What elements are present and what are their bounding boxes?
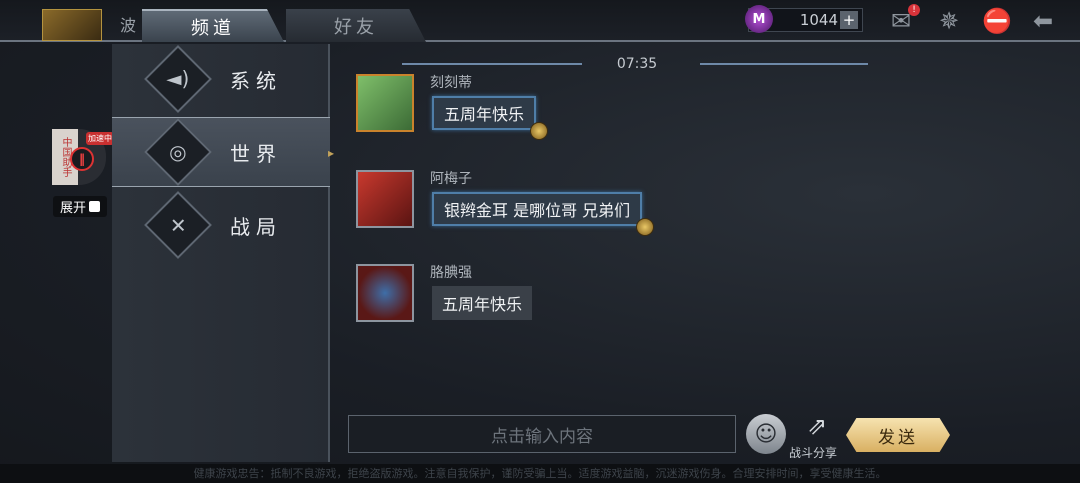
message-bubble[interactable]: 五周年快乐 bbox=[432, 96, 549, 140]
sender-name: 刻刻蒂 bbox=[430, 75, 472, 91]
expand-button[interactable]: 展开 bbox=[53, 196, 107, 217]
crossed-swords-icon: ✕ bbox=[144, 191, 212, 259]
share-label: 战斗分享 bbox=[789, 446, 838, 460]
message-text: 五周年快乐 bbox=[442, 295, 523, 314]
sidebar-item-label: 系统 bbox=[230, 68, 282, 93]
helper-badge: 加速中 bbox=[86, 132, 114, 145]
currency-icon: M bbox=[745, 5, 773, 33]
share-icon: ⇗ bbox=[806, 412, 828, 440]
sender-name: 胳腆强 bbox=[430, 265, 472, 281]
message-text: 银辫金耳 是哪位哥 兄弟们 bbox=[444, 201, 631, 220]
add-currency-button[interactable]: + bbox=[840, 11, 858, 29]
sender-name: 阿梅子 bbox=[430, 171, 472, 187]
input-placeholder: 点击输入内容 bbox=[491, 426, 593, 447]
currency-value: 1044 bbox=[799, 11, 838, 29]
sidebar-item-battle[interactable]: ✕ 战局 bbox=[112, 190, 330, 260]
player-avatar[interactable] bbox=[42, 9, 102, 41]
gem-icon bbox=[530, 122, 549, 140]
chat-panel: 07:35 刻刻蒂 五周年快乐 阿梅子 银辫金耳 是哪位哥 兄弟们 胳腆强 五周… bbox=[332, 44, 1080, 462]
tab-friends[interactable]: 好友 bbox=[286, 9, 426, 42]
mail-badge: ! bbox=[908, 4, 920, 16]
sidebar-item-system[interactable]: ◄) 系统 bbox=[112, 44, 330, 114]
avatar[interactable] bbox=[356, 264, 414, 322]
expand-icon bbox=[89, 201, 100, 212]
sidebar-item-world[interactable]: ◎ 世界 ▸ bbox=[112, 117, 334, 187]
gem-icon bbox=[636, 218, 655, 236]
chat-input[interactable]: 点击输入内容 bbox=[348, 415, 736, 453]
message-bubble[interactable]: 银辫金耳 是哪位哥 兄弟们 bbox=[432, 192, 655, 236]
send-button[interactable]: 发送 bbox=[846, 418, 950, 452]
time-divider: 07:35 bbox=[402, 56, 872, 72]
message-bubble[interactable]: 五周年快乐 bbox=[432, 286, 533, 320]
block-user-icon[interactable]: ⛔ bbox=[980, 6, 1014, 36]
speaker-icon: ◄) bbox=[144, 45, 212, 113]
divider-line bbox=[700, 63, 868, 65]
message-text: 五周年快乐 bbox=[444, 105, 525, 124]
battle-share-button[interactable]: ⇗ 战斗分享 bbox=[789, 412, 843, 462]
channel-sidebar: ◄) 系统 ◎ 世界 ▸ ✕ 战局 bbox=[112, 44, 334, 462]
partial-label: 波 bbox=[120, 16, 137, 35]
settings-icon[interactable]: ✵ bbox=[932, 6, 966, 36]
emoji-icon[interactable]: ☺ bbox=[746, 414, 786, 454]
sidebar-item-label: 世界 bbox=[230, 141, 282, 166]
back-arrow-icon[interactable]: ⬅ bbox=[1026, 6, 1060, 36]
sidebar-item-label: 战局 bbox=[230, 214, 282, 239]
world-chat-icon: ◎ bbox=[144, 118, 212, 186]
avatar[interactable] bbox=[356, 74, 414, 132]
tab-channel[interactable]: 频道 bbox=[142, 9, 284, 42]
health-notice: 健康游戏忠告：抵制不良游戏，拒绝盗版游戏。注意自我保护，谨防受骗上当。适度游戏益… bbox=[0, 464, 1080, 483]
expand-label: 展开 bbox=[59, 201, 86, 216]
avatar[interactable] bbox=[356, 170, 414, 228]
pause-icon[interactable]: ‖ bbox=[70, 147, 94, 171]
